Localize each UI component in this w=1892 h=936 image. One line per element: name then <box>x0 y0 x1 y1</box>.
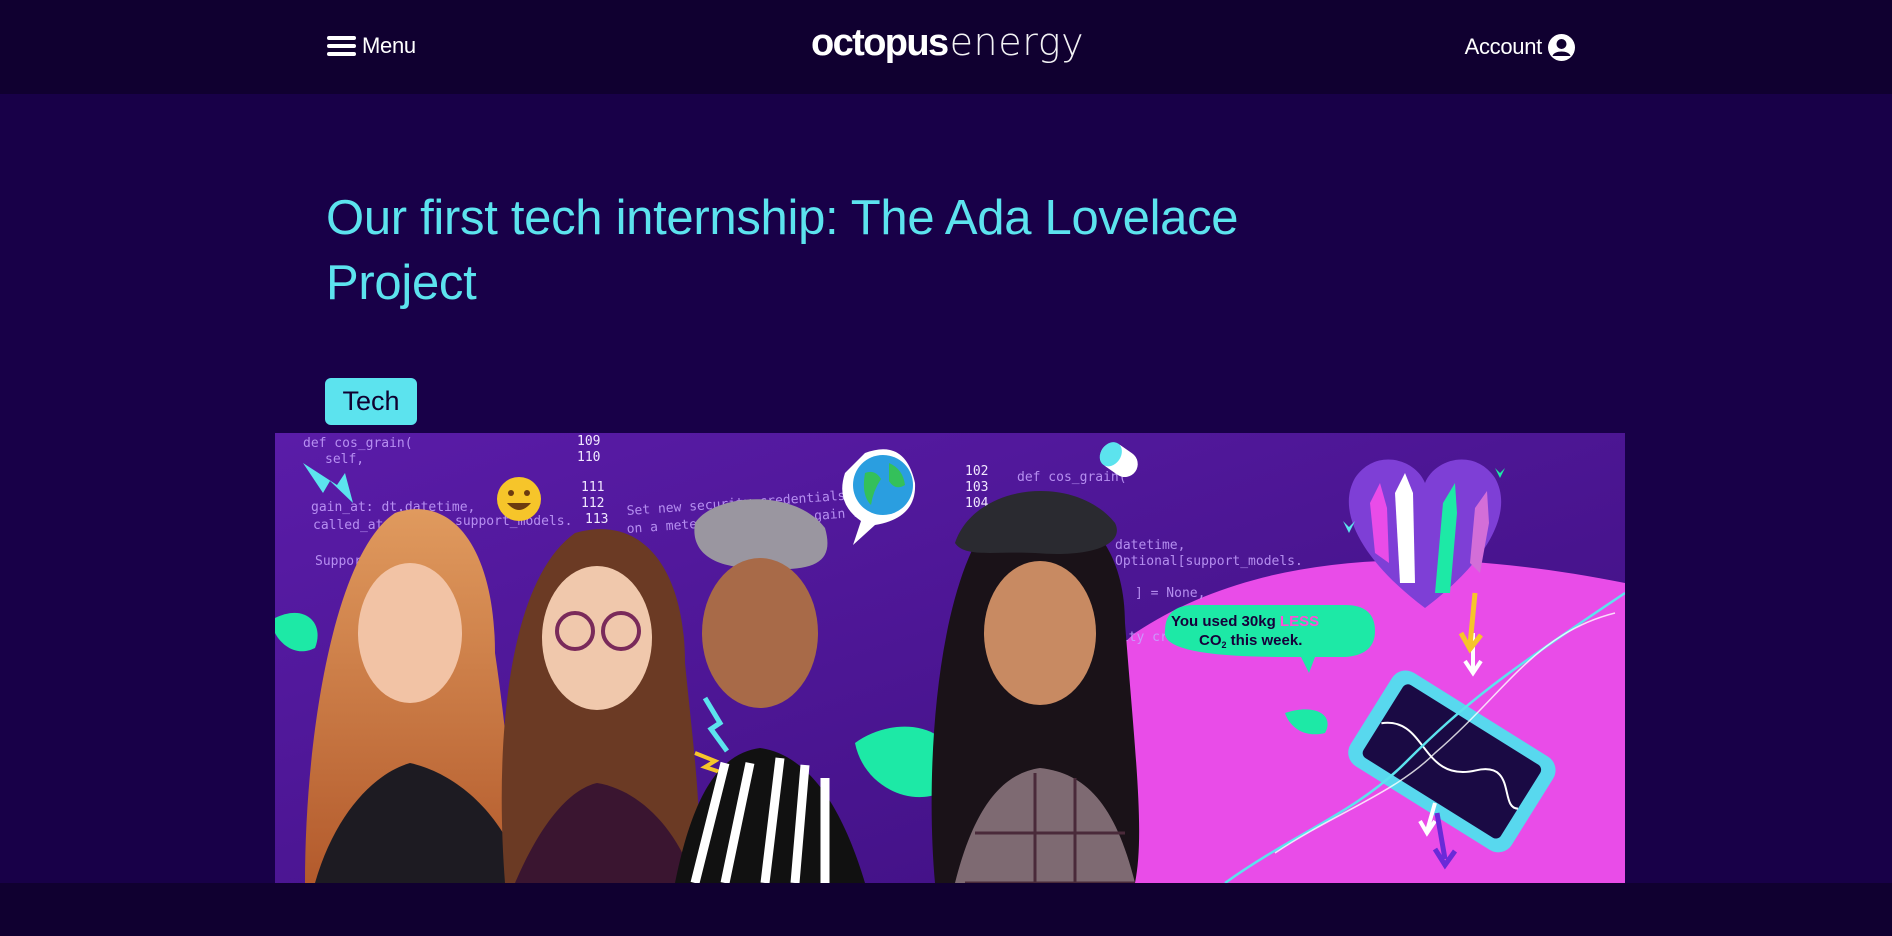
hero-illustration: def cos_grain( self, gain_at: dt.datetim… <box>275 433 1625 883</box>
hamburger-icon <box>327 35 356 57</box>
svg-text:] = None,: ] = None, <box>1135 586 1205 601</box>
svg-text:called_at: called_at <box>313 518 383 533</box>
category-tag[interactable]: Tech <box>325 378 417 425</box>
svg-text:CO2 this week.: CO2 this week. <box>1199 632 1302 650</box>
logo-wordmark-bold: octopus <box>811 22 949 64</box>
svg-text:109: 109 <box>577 434 600 449</box>
octopus-energy-logo[interactable]: octopus energy <box>811 20 1084 70</box>
svg-text:self,: self, <box>325 452 364 467</box>
page-bottom-band <box>0 883 1892 936</box>
account-label: Account <box>1464 34 1543 59</box>
svg-text:110: 110 <box>577 450 600 465</box>
svg-text:103: 103 <box>965 480 988 495</box>
menu-label: Menu <box>362 33 416 58</box>
article-title: Our first tech internship: The Ada Lovel… <box>326 191 1239 310</box>
svg-text:111: 111 <box>581 480 604 495</box>
svg-text:def cos_grain(: def cos_grain( <box>303 436 413 451</box>
user-avatar-icon <box>1548 33 1575 61</box>
hero-image: def cos_grain( self, gain_at: dt.datetim… <box>275 433 1625 883</box>
svg-text:112: 112 <box>581 496 604 511</box>
svg-text:Optional[support_models.: Optional[support_models. <box>1115 554 1303 569</box>
svg-text:gain_at: dt.datetime,: gain_at: dt.datetime, <box>311 500 475 515</box>
svg-text:You used 30kg LESS: You used 30kg LESS <box>1171 613 1319 630</box>
svg-text:def cos_grain(: def cos_grain( <box>1017 470 1127 485</box>
menu-button[interactable]: Menu <box>327 28 416 64</box>
smiley-emoji-icon <box>497 477 541 521</box>
account-button[interactable]: Account <box>1465 30 1575 64</box>
svg-text:102: 102 <box>965 464 988 479</box>
svg-text:113: 113 <box>585 512 608 527</box>
svg-text:datetime,: datetime, <box>1115 538 1185 553</box>
logo-wordmark-thin: energy <box>949 20 1085 64</box>
site-header: Menu octopus energy Account <box>0 0 1892 94</box>
